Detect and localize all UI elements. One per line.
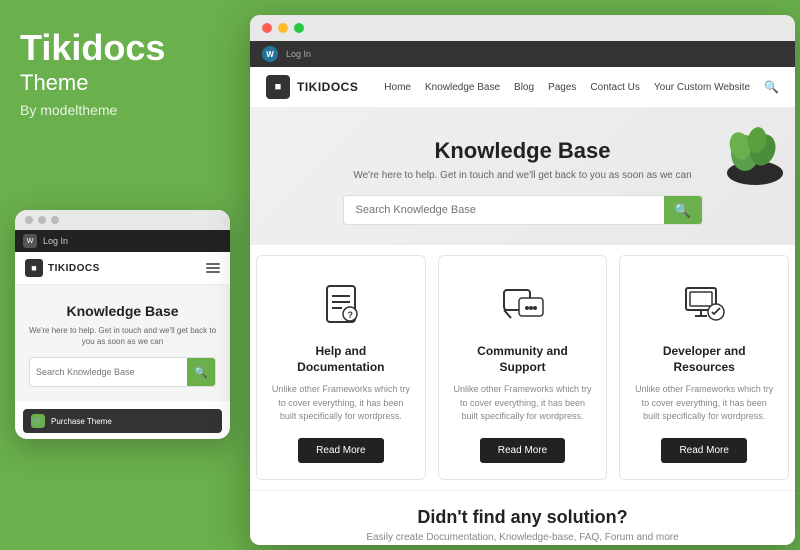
menu-bar-3	[206, 271, 220, 273]
card-help-docs: ? Help and Documentation Unlike other Fr…	[256, 255, 426, 480]
mockup-search-button[interactable]: 🔍	[187, 358, 215, 386]
mockup-navbar: ■ TIKIDOCS	[15, 252, 230, 285]
developer-icon	[680, 280, 728, 328]
card-1-button[interactable]: Read More	[298, 438, 383, 463]
mockup-login-text[interactable]: Log In	[43, 236, 68, 246]
site-hero: Knowledge Base We're here to help. Get i…	[250, 108, 795, 245]
cards-section: ? Help and Documentation Unlike other Fr…	[250, 245, 795, 490]
bottom-section: Didn't find any solution? Easily create …	[250, 490, 795, 545]
mockup-hamburger-icon[interactable]	[206, 263, 220, 273]
mockup-logo-area: ■ TIKIDOCS	[25, 259, 100, 277]
browser-dot-close[interactable]	[262, 23, 272, 33]
nav-custom[interactable]: Your Custom Website	[654, 82, 750, 93]
hero-plant-decoration	[705, 108, 785, 188]
mockup-window-controls	[15, 210, 230, 230]
menu-bar-2	[206, 267, 220, 269]
nav-contact[interactable]: Contact Us	[590, 82, 639, 93]
brand-subtitle: Theme	[20, 70, 225, 96]
card-developer: Developer and Resources Unlike other Fra…	[619, 255, 789, 480]
mockup-hero-title: Knowledge Base	[29, 303, 216, 319]
mockup-topbar: W Log In	[15, 230, 230, 252]
mockup-hero-subtitle: We're here to help. Get in touch and we'…	[29, 325, 216, 347]
nav-pages[interactable]: Pages	[548, 82, 576, 93]
bottom-subtitle: Easily create Documentation, Knowledge-b…	[270, 532, 775, 543]
svg-text:?: ?	[347, 310, 353, 320]
community-icon	[499, 280, 547, 328]
site-hero-title: Knowledge Base	[270, 138, 775, 164]
mockup-hero: Knowledge Base We're here to help. Get i…	[15, 285, 230, 401]
mobile-mockup: W Log In ■ TIKIDOCS Knowledge Base We're…	[15, 210, 230, 439]
browser-addressbar: W Log In	[250, 41, 795, 67]
site-logo-icon: ■	[266, 75, 290, 99]
bottom-title: Didn't find any solution?	[270, 507, 775, 528]
mockup-dot-2	[38, 216, 46, 224]
card-community-icon-area	[495, 276, 551, 332]
brand-by: By modeltheme	[20, 102, 225, 118]
mockup-purchase-icon: 🛒	[31, 414, 45, 428]
card-2-button[interactable]: Read More	[480, 438, 565, 463]
nav-home[interactable]: Home	[384, 82, 411, 93]
card-3-title: Developer and Resources	[634, 344, 774, 375]
card-community: Community and Support Unlike other Frame…	[438, 255, 608, 480]
mockup-wp-icon: W	[23, 234, 37, 248]
browser-address-text[interactable]: Log In	[286, 49, 783, 59]
card-help-icon-area: ?	[313, 276, 369, 332]
site-logo-text: TIKIDOCS	[297, 80, 358, 94]
card-3-button[interactable]: Read More	[661, 438, 746, 463]
mockup-logo-icon: ■	[25, 259, 43, 277]
mockup-dot-3	[51, 216, 59, 224]
card-3-desc: Unlike other Frameworks which try to cov…	[634, 383, 774, 424]
mockup-purchase-text: Purchase Theme	[51, 417, 112, 426]
site-search-bar[interactable]: 🔍	[343, 195, 703, 225]
browser-wp-icon: W	[262, 46, 278, 62]
help-docs-icon: ?	[317, 280, 365, 328]
brand-title: Tikidocs	[20, 28, 225, 68]
card-2-desc: Unlike other Frameworks which try to cov…	[453, 383, 593, 424]
site-logo-area: ■ TIKIDOCS	[266, 75, 358, 99]
mockup-purchase-bar[interactable]: 🛒 Purchase Theme	[23, 409, 222, 433]
site-hero-subtitle: We're here to help. Get in touch and we'…	[270, 170, 775, 181]
card-developer-icon-area	[676, 276, 732, 332]
site-search-button[interactable]: 🔍	[664, 196, 702, 224]
nav-knowledge-base[interactable]: Knowledge Base	[425, 82, 500, 93]
mockup-search-input[interactable]	[30, 362, 187, 382]
mockup-dot-1	[25, 216, 33, 224]
browser-dot-minimize[interactable]	[278, 23, 288, 33]
card-1-desc: Unlike other Frameworks which try to cov…	[271, 383, 411, 424]
card-1-title: Help and Documentation	[271, 344, 411, 375]
browser-dot-maximize[interactable]	[294, 23, 304, 33]
browser-topbar	[250, 15, 795, 41]
nav-search-icon[interactable]: 🔍	[764, 80, 779, 94]
site-search-input[interactable]	[344, 196, 664, 224]
mockup-logo-text: TIKIDOCS	[48, 263, 100, 274]
card-2-title: Community and Support	[453, 344, 593, 375]
left-panel: Tikidocs Theme By modeltheme W Log In ■ …	[0, 0, 245, 550]
nav-blog[interactable]: Blog	[514, 82, 534, 93]
browser-window: W Log In ■ TIKIDOCS Home Knowledge Base …	[250, 15, 795, 545]
site-navbar: ■ TIKIDOCS Home Knowledge Base Blog Page…	[250, 67, 795, 108]
menu-bar-1	[206, 263, 220, 265]
mockup-search-bar[interactable]: 🔍	[29, 357, 216, 387]
